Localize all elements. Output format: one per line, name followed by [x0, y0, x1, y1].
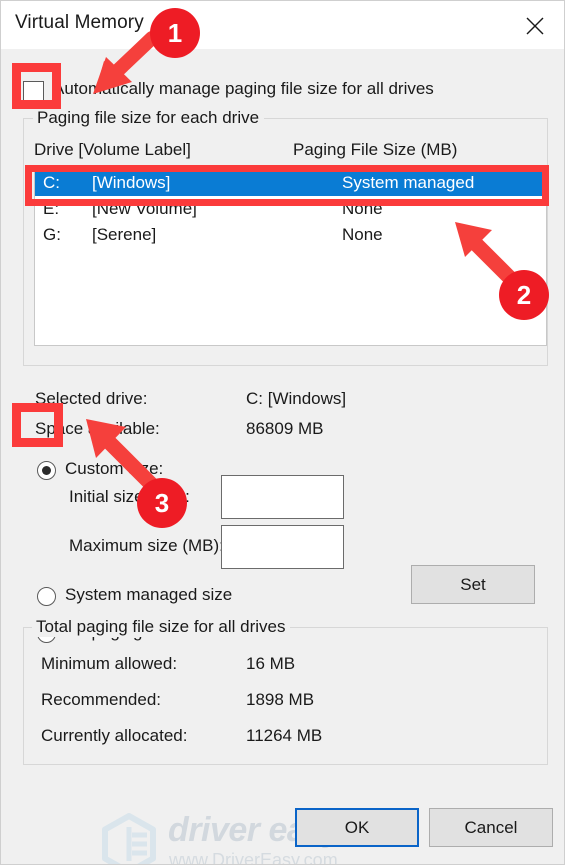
cell-drive: E:: [43, 199, 60, 218]
driver-easy-logo-icon: [102, 813, 156, 864]
minimum-allowed-value: 16 MB: [246, 654, 296, 673]
cell-drive: C:: [43, 173, 60, 192]
maximum-size-label: Maximum size (MB):: [69, 536, 224, 555]
space-available-label: Space available:: [35, 419, 160, 438]
radio-system-managed-label: System managed size: [65, 585, 233, 604]
initial-size-input[interactable]: [221, 475, 344, 519]
selected-drive-value: C: [Windows]: [246, 389, 347, 408]
currently-allocated-value: 11264 MB: [246, 726, 323, 745]
table-row[interactable]: E: [New Volume] None: [35, 196, 546, 222]
cancel-button[interactable]: Cancel: [429, 808, 553, 847]
drive-list-header: Drive [Volume Label] Paging File Size (M…: [34, 140, 534, 164]
drive-list[interactable]: C: [Windows] System managed E: [New Volu…: [34, 169, 547, 346]
cell-volume: [New Volume]: [92, 199, 197, 218]
auto-manage-label: Automatically manage paging file size fo…: [53, 79, 434, 98]
window-title: Virtual Memory: [15, 12, 144, 33]
cell-size: None: [342, 199, 383, 218]
close-glyph: [526, 17, 544, 35]
initial-size-label: Initial size (MB):: [69, 487, 190, 506]
dialog-body: Automatically manage paging file size fo…: [1, 49, 564, 865]
watermark-url: www.DriverEasy.com: [169, 850, 338, 865]
auto-manage-checkbox[interactable]: [23, 81, 44, 102]
recommended-value: 1898 MB: [246, 690, 315, 709]
radio-selected-dot: [42, 466, 51, 475]
title-bar: Virtual Memory: [1, 1, 564, 49]
radio-custom-size-indicator[interactable]: [37, 461, 56, 480]
recommended-label: Recommended:: [41, 690, 162, 709]
cell-drive: G:: [43, 225, 61, 244]
cell-volume: [Windows]: [92, 173, 171, 192]
ok-button[interactable]: OK: [295, 808, 419, 847]
table-row[interactable]: C: [Windows] System managed: [35, 170, 546, 196]
cell-volume: [Serene]: [92, 225, 157, 244]
paging-file-group-legend: Paging file size for each drive: [33, 108, 265, 128]
maximum-size-input[interactable]: [221, 525, 344, 569]
radio-custom-size-label: Custom size:: [65, 459, 164, 478]
virtual-memory-dialog: Virtual Memory Automatically manage pagi…: [0, 0, 565, 865]
currently-allocated-label: Currently allocated:: [41, 726, 188, 745]
space-available-value: 86809 MB: [246, 419, 324, 438]
cell-size: System managed: [342, 173, 475, 192]
radio-system-managed-indicator[interactable]: [37, 587, 56, 606]
column-header-paging-size: Paging File Size (MB): [293, 140, 458, 159]
cell-size: None: [342, 225, 383, 244]
selected-drive-label: Selected drive:: [35, 389, 148, 408]
minimum-allowed-label: Minimum allowed:: [41, 654, 178, 673]
close-icon[interactable]: [512, 7, 558, 41]
table-row[interactable]: G: [Serene] None: [35, 222, 546, 248]
total-paging-group-legend: Total paging file size for all drives: [32, 617, 291, 637]
set-button[interactable]: Set: [411, 565, 535, 604]
column-header-drive: Drive [Volume Label]: [34, 140, 191, 159]
